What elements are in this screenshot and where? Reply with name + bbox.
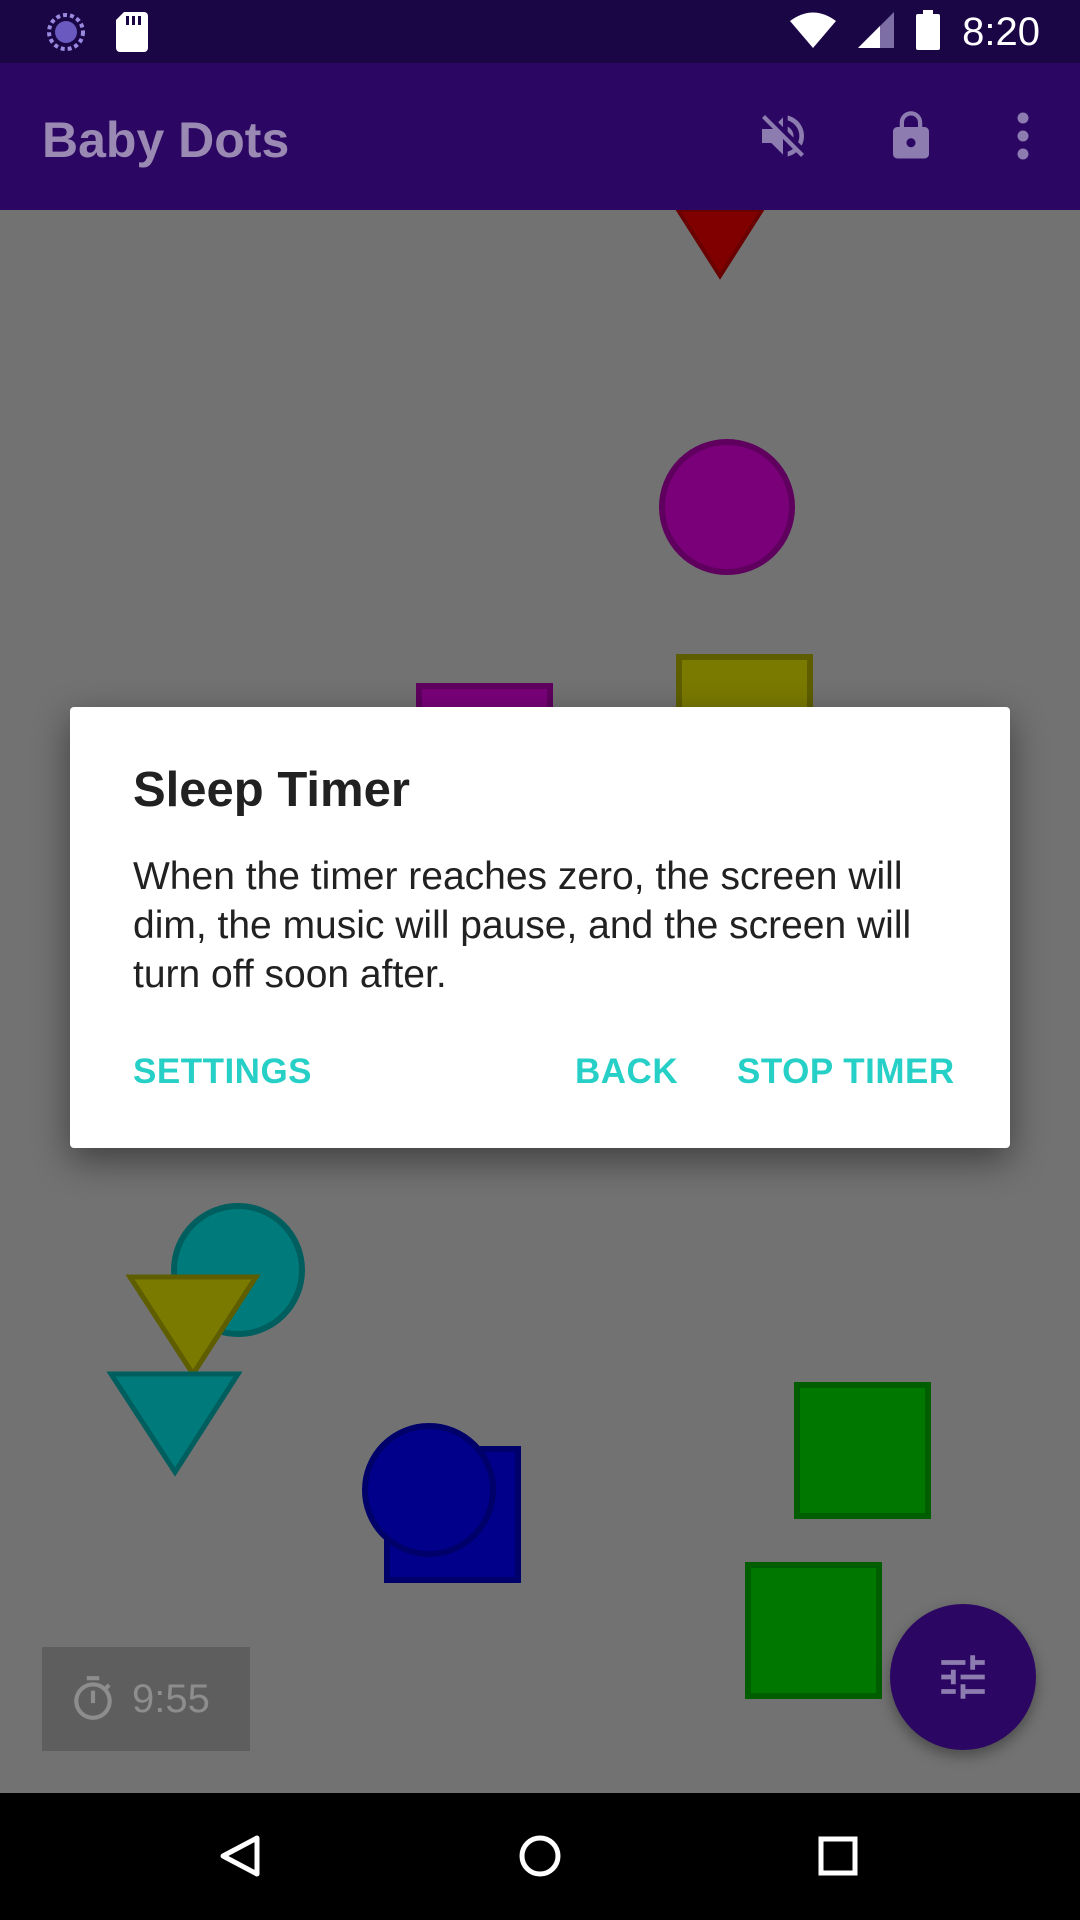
timer-icon	[68, 1672, 118, 1726]
overflow-menu-button[interactable]	[988, 103, 1058, 173]
dialog-title: Sleep Timer	[133, 763, 410, 817]
recents-icon	[816, 1834, 860, 1878]
app-title: Baby Dots	[42, 112, 290, 168]
shape-circle-purple[interactable]	[659, 439, 795, 575]
shape-triangle-teal[interactable]	[106, 1371, 243, 1477]
tune-icon	[934, 1648, 992, 1706]
timer-remaining: 9:55	[132, 1676, 210, 1721]
app-bar: Baby Dots	[0, 63, 1080, 210]
nav-back-button[interactable]	[207, 1823, 273, 1889]
more-vert-icon	[1013, 111, 1033, 166]
back-icon	[217, 1833, 263, 1879]
volume-off-icon	[755, 108, 811, 169]
lock-button[interactable]	[876, 103, 946, 173]
shape-triangle-red[interactable]	[675, 210, 765, 280]
wifi-icon	[790, 12, 837, 53]
shape-square-green[interactable]	[745, 1562, 882, 1699]
shape-circle-navy[interactable]	[362, 1423, 496, 1557]
settings-button[interactable]: SETTINGS	[133, 1052, 312, 1092]
nav-recents-button[interactable]	[805, 1823, 871, 1889]
status-bar: 8:20	[0, 0, 1080, 63]
navigation-bar	[0, 1793, 1080, 1920]
mute-button[interactable]	[748, 103, 818, 173]
sleep-timer-dialog: Sleep Timer When the timer reaches zero,…	[70, 707, 1010, 1148]
lock-icon	[884, 107, 938, 170]
battery-icon	[916, 9, 941, 55]
sleep-timer-chip[interactable]: 9:55	[42, 1647, 250, 1751]
signal-icon	[858, 11, 895, 53]
stop-timer-button[interactable]: STOP TIMER	[737, 1052, 955, 1092]
home-icon	[517, 1833, 563, 1879]
shape-square-green[interactable]	[794, 1382, 931, 1519]
settings-fab[interactable]	[890, 1604, 1036, 1750]
dialog-message: When the timer reaches zero, the screen …	[133, 855, 912, 996]
status-time: 8:20	[962, 10, 1040, 54]
nav-home-button[interactable]	[507, 1823, 573, 1889]
progress-icon	[46, 12, 86, 57]
sd-card-icon	[116, 12, 148, 57]
back-button[interactable]: BACK	[575, 1052, 678, 1092]
